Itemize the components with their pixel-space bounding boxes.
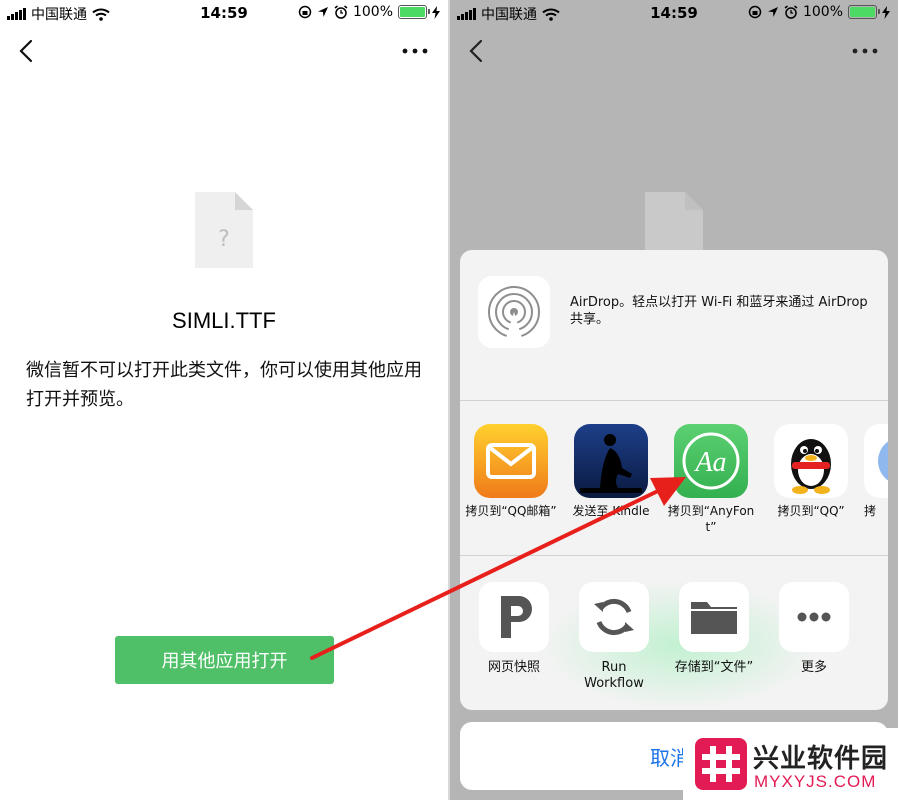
share-app-qq[interactable]: 拷贝到“QQ” [764, 424, 858, 519]
action-web-snapshot[interactable]: 网页快照 [464, 582, 564, 676]
action-label: 网页快照 [487, 660, 540, 675]
watermark: 兴业软件园 MYXYJS.COM [683, 728, 898, 800]
alarm-icon [334, 5, 348, 19]
more-dots-icon [779, 582, 849, 652]
nav-bar [450, 26, 898, 76]
qq-penguin-icon [774, 424, 848, 498]
share-sheet-screen: 中国联通 14:59 100% AirDrop。轻点以打开 Wi-Fi 和蓝牙来… [450, 0, 898, 800]
airdrop-tile[interactable] [478, 276, 550, 348]
action-label: Run Workflow [584, 660, 644, 691]
share-app-kindle[interactable]: 发送至 Kindle [564, 424, 658, 519]
charging-bolt-icon [432, 5, 440, 19]
share-app-label: 拷贝到“AnyFont” [667, 504, 755, 534]
share-app-label: 拷贝到“QQ邮箱” [465, 504, 557, 518]
share-sheet: AirDrop。轻点以打开 Wi-Fi 和蓝牙来通过 AirDrop 共享。 拷… [460, 250, 888, 710]
location-icon [767, 7, 778, 17]
battery-percent: 100% [352, 4, 393, 20]
share-app-label: 拷贝到“QQ” [777, 504, 845, 518]
unknown-file-icon: ? [195, 192, 253, 268]
anyfont-icon: Aa [674, 424, 748, 498]
unsupported-message: 微信暂不可以打开此类文件，你可以使用其他应用打开并预览。 [26, 360, 422, 410]
more-dots-icon [852, 48, 878, 54]
open-with-other-app-button[interactable]: 用其他应用打开 [115, 636, 334, 684]
sheet-separator [460, 555, 888, 556]
share-app-qq-mail[interactable]: 拷贝到“QQ邮箱” [464, 424, 558, 519]
share-app-partial[interactable]: 拷 [864, 424, 888, 519]
status-bar: 中国联通 14:59 100% [450, 0, 898, 26]
battery-icon [398, 5, 430, 19]
share-app-label: 拷 [864, 504, 877, 518]
alarm-icon [784, 5, 798, 19]
sheet-separator [460, 400, 888, 401]
share-app-label: 发送至 Kindle [572, 504, 650, 518]
charging-bolt-icon [882, 5, 890, 19]
battery-icon [848, 5, 880, 19]
kindle-icon [574, 424, 648, 498]
file-name: SIMLI.TTF [172, 308, 276, 333]
anyfont-tile-text: Aa [693, 447, 726, 478]
battery-percent: 100% [802, 4, 843, 20]
more-dots-icon[interactable] [400, 38, 430, 64]
location-icon [317, 7, 328, 17]
back-chevron-icon[interactable] [16, 38, 40, 64]
rotation-lock-icon [298, 5, 312, 19]
file-icon-glyph: ? [218, 227, 230, 252]
action-run-workflow[interactable]: Run Workflow [564, 582, 664, 692]
nav-bar [0, 26, 448, 76]
action-save-to-files[interactable]: 存储到“文件” [664, 582, 764, 676]
p-snapshot-icon [479, 582, 549, 652]
airdrop-icon [488, 286, 540, 338]
back-chevron-icon [469, 39, 483, 63]
airdrop-description: AirDrop。轻点以打开 Wi-Fi 和蓝牙来通过 AirDrop 共享。 [570, 295, 868, 327]
action-label: 更多 [800, 660, 827, 675]
hash-logo-icon [695, 738, 747, 790]
refresh-icon [579, 582, 649, 652]
action-label: 存储到“文件” [674, 660, 754, 675]
wechat-file-preview: 中国联通 14:59 100% ? SIMLI.TTF 微信暂不可以打开此类文件… [0, 0, 448, 800]
qq-mail-icon [474, 424, 548, 498]
folder-icon [679, 582, 749, 652]
watermark-name: 兴业软件园 [753, 744, 889, 774]
rotation-lock-icon [748, 5, 762, 19]
action-more[interactable]: 更多 [764, 582, 864, 676]
status-bar: 中国联通 14:59 100% [0, 0, 448, 26]
watermark-url: MYXYJS.COM [754, 772, 877, 791]
share-app-anyfont[interactable]: Aa 拷贝到“AnyFont” [664, 424, 758, 535]
partial-app-icon [864, 424, 888, 498]
